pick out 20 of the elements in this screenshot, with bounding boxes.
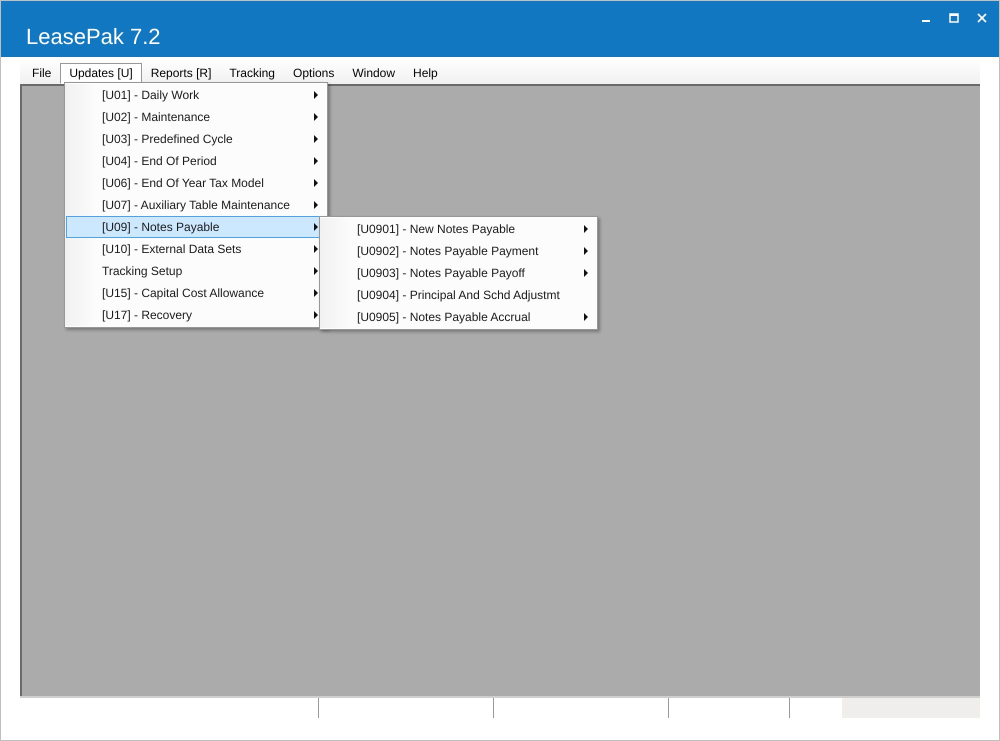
menu-bar-item[interactable]: Help xyxy=(404,62,447,84)
menu-item[interactable]: [U0904] - Principal And Schd Adjustmt xyxy=(321,284,597,306)
menu-item[interactable]: [U04] - End Of Period xyxy=(66,150,327,172)
menu-item[interactable]: [U0905] - Notes Payable Accrual xyxy=(321,306,597,328)
menu-item[interactable]: [U06] - End Of Year Tax Model xyxy=(66,172,327,194)
menu-item[interactable]: [U03] - Predefined Cycle xyxy=(66,128,327,150)
maximize-icon[interactable] xyxy=(947,11,961,25)
menu-bar-item[interactable]: Updates [U] xyxy=(60,62,142,84)
menu-item[interactable]: [U02] - Maintenance xyxy=(66,106,327,128)
menu-item[interactable]: [U0902] - Notes Payable Payment xyxy=(321,240,597,262)
menu-bar-item[interactable]: File xyxy=(23,62,60,84)
menu-bar-item[interactable]: Tracking xyxy=(220,62,284,84)
window-title: LeasePak 7.2 xyxy=(26,23,161,51)
menu-bar-item[interactable]: Window xyxy=(343,62,404,84)
menu-item[interactable]: [U0903] - Notes Payable Payoff xyxy=(321,262,597,284)
menu-bar-item[interactable]: Reports [R] xyxy=(142,62,220,84)
menu-item[interactable]: [U01] - Daily Work xyxy=(66,84,327,106)
close-icon[interactable] xyxy=(975,11,989,25)
menu-bar-item[interactable]: Options xyxy=(284,62,344,84)
menu-item[interactable]: [U07] - Auxiliary Table Maintenance xyxy=(66,194,327,216)
